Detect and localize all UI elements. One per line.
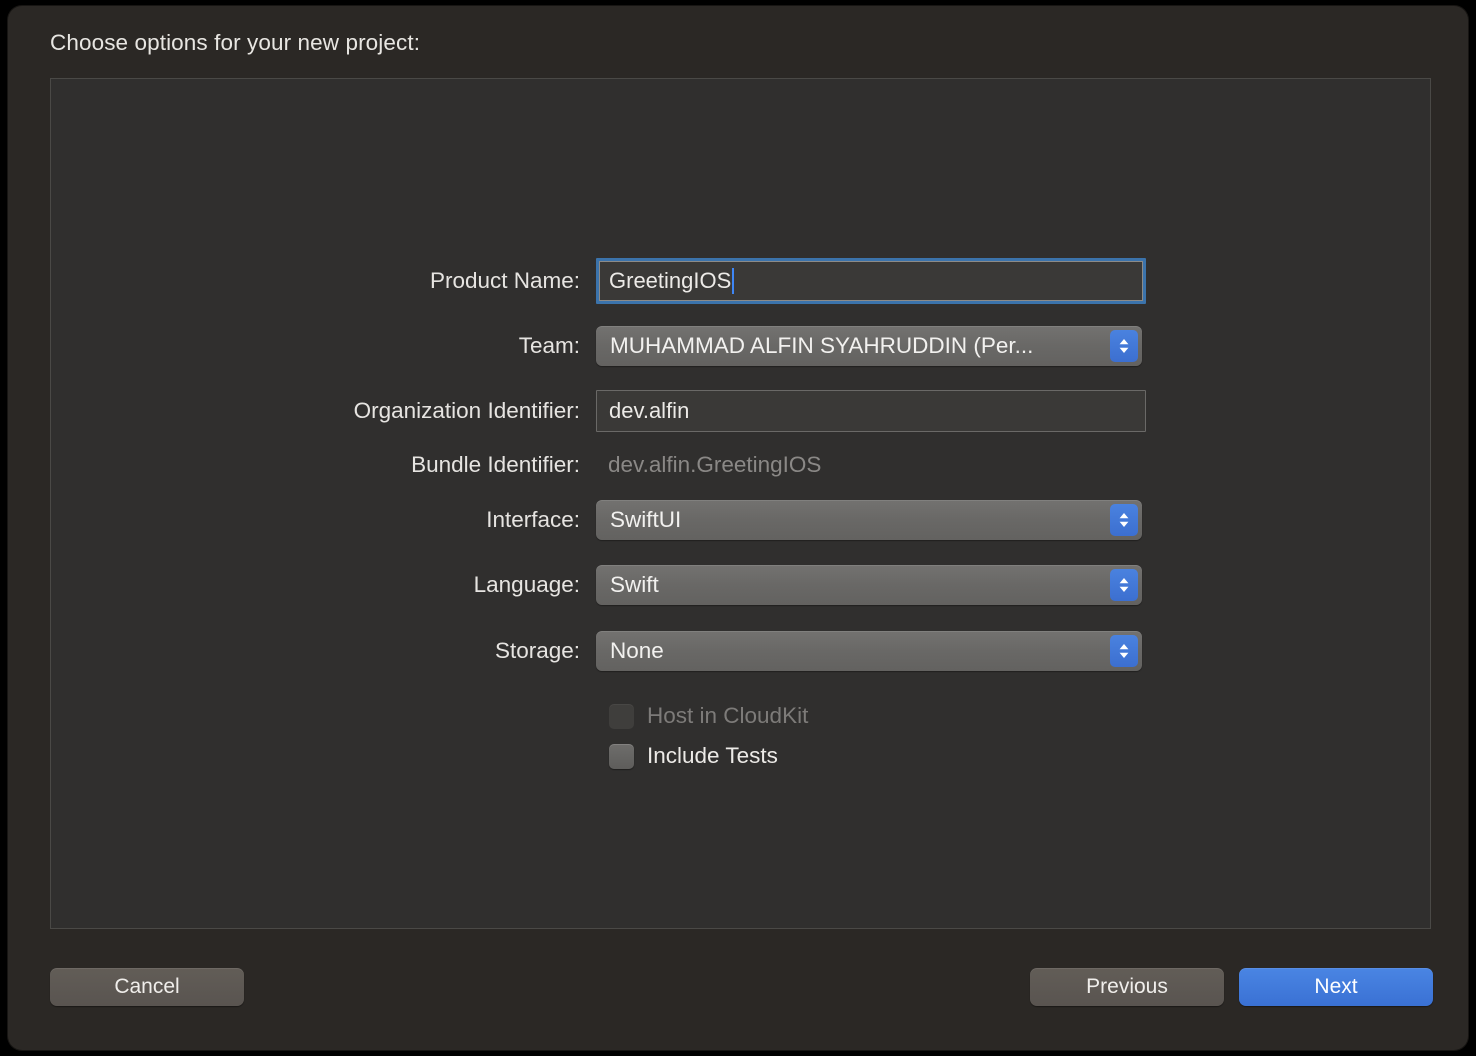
options-panel: Product Name: GreetingIOS Team: MUHAMMAD AL… [50,78,1431,929]
chevron-up-down-icon[interactable] [1110,504,1138,536]
cancel-button[interactable]: Cancel [50,968,244,1006]
label-storage: Storage: [494,638,580,663]
project-options-form: Product Name: GreetingIOS Team: MUHAMMAD AL… [51,79,1430,928]
form-row-team: Team: MUHAMMAD ALFIN SYAHRUDDIN (Per... [51,324,1430,368]
checkbox-include-tests[interactable] [609,743,634,769]
control-wrap-language: Swift [596,565,1142,605]
control-wrap-bundle-identifier: dev.alfin.GreetingIOS [596,452,821,478]
organization-identifier-input[interactable]: dev.alfin [596,390,1146,432]
storage-dropdown-value: None [610,638,664,663]
chevron-up-down-icon[interactable] [1110,569,1138,601]
team-dropdown-value: MUHAMMAD ALFIN SYAHRUDDIN (Per... [610,333,1034,358]
text-caret [732,268,735,294]
page-title: Choose options for your new project: [50,30,421,55]
form-row-bundle-identifier: Bundle Identifier: dev.alfin.GreetingIOS [51,443,1430,487]
label-product-name: Product Name: [429,268,580,293]
checkbox-label-include-tests: Include Tests [647,743,778,768]
form-row-product-name: Product Name: GreetingIOS [51,258,1430,304]
bundle-identifier-value: dev.alfin.GreetingIOS [608,452,822,477]
new-project-options-dialog: Choose options for your new project: Pro… [8,6,1468,1050]
language-dropdown-value: Swift [610,572,659,597]
control-wrap-organization-identifier: dev.alfin [596,390,1146,432]
chevron-up-down-icon[interactable] [1110,330,1138,362]
product-name-input-value: GreetingIOS [609,268,732,293]
storage-dropdown[interactable]: None [596,631,1142,671]
next-button[interactable]: Next [1239,968,1433,1006]
label-interface: Interface: [486,507,580,532]
checkbox-label-host-in-cloudkit: Host in CloudKit [647,703,809,728]
control-wrap-product-name: GreetingIOS [596,258,1146,304]
label-language: Language: [473,572,580,597]
interface-dropdown-value: SwiftUI [610,507,682,532]
form-row-interface: Interface: SwiftUI [51,498,1430,542]
team-dropdown[interactable]: MUHAMMAD ALFIN SYAHRUDDIN (Per... [596,326,1142,366]
previous-button[interactable]: Previous [1030,968,1224,1006]
language-dropdown[interactable]: Swift [596,565,1142,605]
label-team: Team: [518,333,580,358]
interface-dropdown[interactable]: SwiftUI [596,500,1142,540]
form-row-storage: Storage: None [51,629,1430,673]
control-wrap-storage: None [596,631,1142,671]
organization-identifier-input-value: dev.alfin [609,398,690,423]
form-row-language: Language: Swift [51,563,1430,607]
chevron-up-down-icon[interactable] [1110,635,1138,667]
form-row-organization-identifier: Organization Identifier: dev.alfin [51,389,1430,433]
label-organization-identifier: Organization Identifier: [353,398,580,423]
product-name-input[interactable]: GreetingIOS [596,258,1146,304]
control-wrap-team: MUHAMMAD ALFIN SYAHRUDDIN (Per... [596,326,1142,366]
checkbox-host-in-cloudkit [609,703,634,729]
checkbox-row-include-tests[interactable]: Include Tests [609,741,778,771]
label-bundle-identifier: Bundle Identifier: [411,452,580,477]
control-wrap-interface: SwiftUI [596,500,1142,540]
checkbox-row-host-in-cloudkit: Host in CloudKit [609,701,808,731]
